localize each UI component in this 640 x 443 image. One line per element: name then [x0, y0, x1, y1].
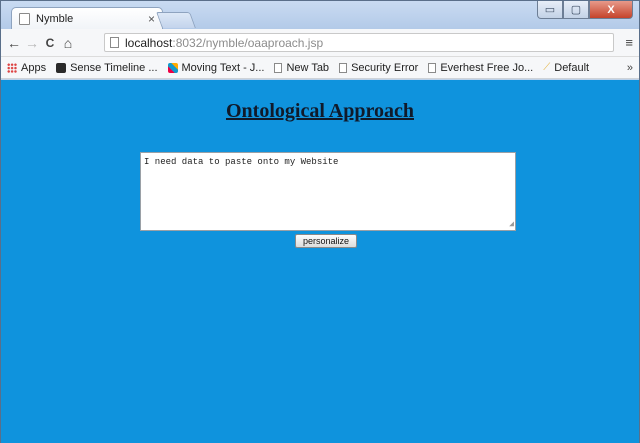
query-textarea[interactable]: I need data to paste onto my Website ◢ [140, 152, 516, 231]
bookmark-label: Sense Timeline ... [70, 61, 158, 74]
bookmark-label: New Tab [286, 61, 330, 74]
bookmark-label: Default [554, 61, 590, 74]
browser-window: Nymble × ▭ ▢ X ← → C ⌂ localhost :8032/n… [0, 0, 640, 443]
page-icon [339, 62, 348, 73]
back-icon[interactable]: ← [5, 35, 23, 51]
maximize-button[interactable]: ▢ [563, 1, 589, 19]
more-bookmarks-icon[interactable]: » [627, 62, 633, 74]
minimize-button[interactable]: ▭ [537, 1, 563, 19]
new-tab-button[interactable] [156, 12, 196, 28]
tab-nymble[interactable]: Nymble × [11, 7, 163, 29]
page-icon [110, 37, 119, 48]
page-icon [19, 12, 30, 25]
close-tab-icon[interactable]: × [148, 12, 155, 26]
address-toolbar: ← → C ⌂ localhost :8032/nymble/oaaproach… [1, 29, 639, 57]
bookmark-security-error[interactable]: Security Error [339, 62, 418, 74]
apps-grid-icon [7, 62, 17, 73]
url-path: :8032/nymble/oaaproach.jsp [172, 35, 324, 50]
bookmark-apps[interactable]: Apps [7, 62, 46, 74]
tab-title: Nymble [36, 12, 74, 25]
default-bookmark-icon: ⟋ [543, 62, 551, 73]
bookmark-new-tab[interactable]: New Tab [274, 62, 329, 74]
menu-icon[interactable]: ≡ [625, 35, 633, 50]
moving-text-icon [167, 62, 178, 73]
bookmark-label: Moving Text - J... [181, 61, 265, 74]
reload-icon[interactable]: C [41, 36, 59, 50]
resize-grip-icon[interactable]: ◢ [509, 219, 514, 229]
bookmark-label: Apps [21, 61, 47, 74]
bookmark-moving-text[interactable]: Moving Text - J... [167, 61, 265, 74]
tab-strip: Nymble × ▭ ▢ X [1, 1, 639, 29]
bookmark-everhest[interactable]: Everhest Free Jo... [428, 62, 533, 74]
personalize-button[interactable]: personalize [295, 234, 357, 248]
url-host: localhost [125, 35, 173, 50]
home-icon[interactable]: ⌂ [59, 35, 77, 51]
address-bar[interactable]: localhost :8032/nymble/oaaproach.jsp [104, 33, 614, 52]
textarea-value: I need data to paste onto my Website [144, 157, 339, 167]
bookmark-label: Security Error [351, 61, 419, 74]
sense-timeline-icon [56, 62, 67, 73]
page-icon [274, 62, 283, 73]
bookmark-label: Everhest Free Jo... [440, 61, 534, 74]
forward-icon[interactable]: → [23, 35, 41, 51]
close-window-button[interactable]: X [589, 1, 633, 19]
page-viewport: Ontological Approach I need data to past… [1, 80, 639, 443]
bookmarks-bar: Apps Sense Timeline ... Moving Text - J.… [1, 57, 639, 79]
window-controls: ▭ ▢ X [537, 1, 633, 19]
bookmark-sense-timeline[interactable]: Sense Timeline ... [56, 61, 158, 74]
bookmark-default[interactable]: ⟋ Default [543, 62, 589, 74]
page-title: Ontological Approach [226, 100, 414, 122]
page-icon [428, 62, 437, 73]
